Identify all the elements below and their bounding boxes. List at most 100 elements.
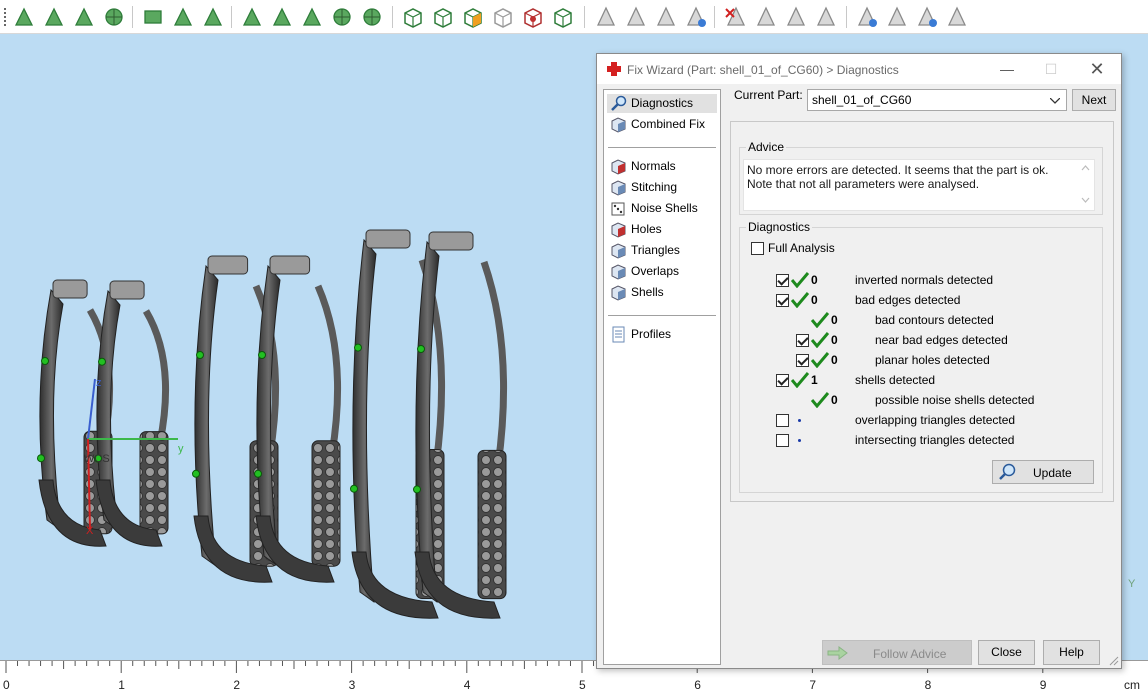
triangle-delete-icon bbox=[725, 6, 746, 26]
mesh-region-button[interactable] bbox=[240, 5, 264, 29]
shell-circle-icon bbox=[333, 8, 351, 26]
help-button[interactable]: Help bbox=[1043, 640, 1100, 665]
axis-x-label: X bbox=[86, 525, 94, 537]
rectangle-select-button[interactable] bbox=[141, 5, 165, 29]
nav-item-holes[interactable]: Holes bbox=[607, 220, 717, 239]
triangle-gray-button[interactable] bbox=[594, 5, 618, 29]
anchor-point[interactable] bbox=[254, 469, 262, 478]
follow-advice-button[interactable]: Follow Advice bbox=[822, 640, 972, 665]
full-analysis-label: Full Analysis bbox=[768, 241, 835, 255]
nav-item-label: Profiles bbox=[631, 327, 672, 341]
close-window-button[interactable]: ✕ bbox=[1075, 54, 1119, 84]
shell-fan-button[interactable] bbox=[300, 5, 324, 29]
triangle-flat-icon bbox=[756, 6, 776, 26]
triangle-flat-button[interactable] bbox=[754, 5, 778, 29]
nav-item-profiles[interactable]: Profiles bbox=[607, 325, 717, 344]
close-button[interactable]: Close bbox=[978, 640, 1035, 665]
anchor-point[interactable] bbox=[37, 454, 45, 463]
advice-scrollbar[interactable] bbox=[1077, 160, 1094, 210]
cube-red-button[interactable] bbox=[521, 5, 545, 29]
triangle-edit-button[interactable] bbox=[814, 5, 838, 29]
nav-item-diagnostics[interactable]: Diagnostics bbox=[607, 94, 717, 113]
earring-model[interactable] bbox=[254, 255, 342, 583]
shell-cross-button[interactable] bbox=[360, 5, 384, 29]
diagnostics-group: Diagnostics Full Analysis 0 inverted norm… bbox=[739, 220, 1103, 493]
advice-title: Advice bbox=[746, 140, 787, 154]
toolbar-grip[interactable] bbox=[4, 8, 6, 28]
next-button[interactable]: Next bbox=[1072, 89, 1116, 111]
cube-front-button[interactable] bbox=[401, 5, 425, 29]
nav-item-shells[interactable]: Shells bbox=[607, 283, 717, 302]
triangle-layer-button[interactable] bbox=[945, 5, 969, 29]
cube-iso-button[interactable] bbox=[491, 5, 515, 29]
cube-side-button[interactable] bbox=[431, 5, 455, 29]
green-check-icon bbox=[811, 312, 829, 328]
diagnostic-checkbox[interactable] bbox=[776, 274, 789, 287]
nav-item-label: Holes bbox=[631, 222, 662, 236]
nav-item-combined-fix[interactable]: Combined Fix bbox=[607, 115, 717, 134]
nav-item-label: Normals bbox=[631, 159, 676, 173]
anchor-point[interactable] bbox=[192, 469, 200, 478]
path-select-button[interactable] bbox=[201, 5, 225, 29]
triangle-eye-button[interactable] bbox=[855, 5, 879, 29]
diagnostic-checkbox[interactable] bbox=[796, 354, 809, 367]
anchor-point[interactable] bbox=[196, 351, 204, 359]
diagnostic-checkbox[interactable] bbox=[776, 374, 789, 387]
nav-item-overlaps[interactable]: Overlaps bbox=[607, 262, 717, 281]
anchor-point[interactable] bbox=[354, 343, 362, 352]
anchor-point[interactable] bbox=[413, 485, 421, 494]
nav-item-triangles[interactable]: Triangles bbox=[607, 241, 717, 260]
sphere-face-button[interactable] bbox=[102, 5, 126, 29]
shell-circle-button[interactable] bbox=[330, 5, 354, 29]
triangle-view-button[interactable] bbox=[885, 5, 909, 29]
triangle-cut-icon bbox=[626, 6, 646, 26]
update-button[interactable]: Update bbox=[992, 460, 1094, 484]
nav-item-normals[interactable]: Normals bbox=[607, 157, 717, 176]
diagnostic-checkbox[interactable] bbox=[776, 434, 789, 447]
ruler-label: 0 bbox=[3, 678, 10, 692]
anchor-point[interactable] bbox=[41, 357, 49, 365]
resize-grip-icon[interactable] bbox=[1109, 656, 1119, 666]
diagnostic-count: 0 bbox=[811, 273, 818, 287]
dialog-titlebar[interactable]: Fix Wizard (Part: shell_01_of_CG60) > Di… bbox=[597, 54, 1121, 84]
ruler-label: 4 bbox=[463, 678, 471, 692]
earring-model[interactable] bbox=[413, 231, 508, 619]
diagnostic-checkbox[interactable] bbox=[796, 334, 809, 347]
triangle-blue-button[interactable] bbox=[915, 5, 939, 29]
triangle-refresh-icon bbox=[686, 6, 706, 27]
triangle-double-button[interactable] bbox=[654, 5, 678, 29]
surface-brush-icon bbox=[272, 7, 292, 26]
nav-item-noise-shells[interactable]: Noise Shells bbox=[607, 199, 717, 218]
diagnostic-checkbox[interactable] bbox=[776, 414, 789, 427]
anchor-point[interactable] bbox=[258, 351, 266, 359]
triangle-doc-button[interactable] bbox=[784, 5, 808, 29]
maximize-button[interactable]: ☐ bbox=[1029, 54, 1073, 84]
full-analysis-checkbox[interactable] bbox=[751, 242, 764, 255]
current-part-select[interactable]: shell_01_of_CG60 bbox=[807, 89, 1067, 111]
ring-select-button[interactable] bbox=[171, 5, 195, 29]
triangle-tool-button[interactable] bbox=[12, 5, 36, 29]
diagnostic-checkbox[interactable] bbox=[776, 294, 789, 307]
face-tool-button[interactable] bbox=[42, 5, 66, 29]
cube-red-icon bbox=[524, 8, 542, 28]
triangle-delete-button[interactable] bbox=[724, 5, 748, 29]
cube-top-button[interactable] bbox=[461, 5, 485, 29]
diagnostic-label: near bad edges detected bbox=[875, 333, 1008, 347]
triangle-cut-button[interactable] bbox=[624, 5, 648, 29]
ruler-label: 5 bbox=[579, 678, 586, 692]
anchor-point[interactable] bbox=[98, 357, 106, 366]
earring-model[interactable] bbox=[94, 280, 170, 547]
anchor-point[interactable] bbox=[350, 484, 358, 493]
nav-item-stitching[interactable]: Stitching bbox=[607, 178, 717, 197]
toolbar-separator bbox=[132, 6, 133, 28]
nav-item-label: Shells bbox=[631, 285, 664, 299]
triangle-refresh-button[interactable] bbox=[684, 5, 708, 29]
curve-face-button[interactable] bbox=[72, 5, 96, 29]
toolbar-separator bbox=[584, 6, 585, 28]
minimize-button[interactable]: — bbox=[985, 54, 1029, 84]
surface-brush-button[interactable] bbox=[270, 5, 294, 29]
stitching-cube-icon bbox=[611, 180, 626, 196]
cube-green-button[interactable] bbox=[551, 5, 575, 29]
nav-item-label: Stitching bbox=[631, 180, 678, 194]
anchor-point[interactable] bbox=[417, 345, 425, 353]
